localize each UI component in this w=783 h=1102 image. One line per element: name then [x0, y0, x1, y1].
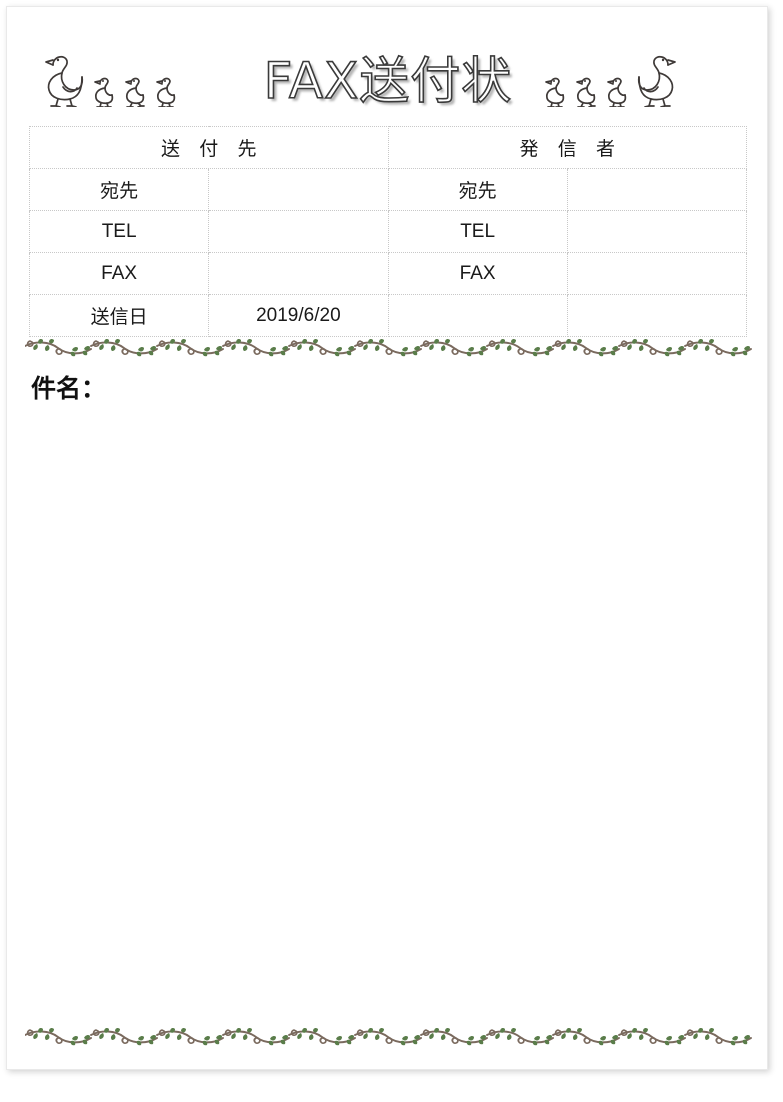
recipient-fax-value[interactable] — [208, 252, 389, 295]
chick-icon — [574, 73, 598, 107]
title-band: FAX送付状 — [7, 45, 769, 123]
sender-blank-value[interactable] — [566, 294, 748, 337]
vine-border-top — [25, 338, 755, 360]
vine-border-bottom — [25, 1027, 755, 1049]
table-row: TEL TEL — [28, 210, 748, 253]
sender-addressee-value[interactable] — [566, 168, 748, 211]
chick-icon — [543, 73, 567, 107]
fax-cover-sheet-page: FAX送付状 送 付 先 発 信 者 宛先 宛先 TEL TEL FAX FAX… — [6, 6, 768, 1070]
table-row: 宛先 宛先 — [28, 168, 748, 211]
sender-tel-value[interactable] — [566, 210, 748, 253]
header-recipient: 送 付 先 — [29, 126, 389, 169]
recipient-tel-label: TEL — [28, 210, 210, 253]
sender-tel-label: TEL — [387, 210, 568, 253]
sender-fax-label: FAX — [387, 252, 568, 295]
send-date-label: 送信日 — [28, 294, 210, 337]
recipient-tel-value[interactable] — [208, 210, 389, 253]
fax-info-table: 送 付 先 発 信 者 宛先 宛先 TEL TEL FAX FAX 送信日 20… — [28, 126, 748, 337]
table-header-row: 送 付 先 発 信 者 — [29, 126, 747, 169]
table-row: 送信日 2019/6/20 — [28, 294, 748, 337]
sender-blank-label — [387, 294, 568, 337]
send-date-value[interactable]: 2019/6/20 — [208, 294, 389, 337]
header-sender: 発 信 者 — [387, 126, 747, 169]
table-row: FAX FAX — [28, 252, 748, 295]
goose-icon — [636, 47, 678, 107]
sender-fax-value[interactable] — [566, 252, 748, 295]
sender-addressee-label: 宛先 — [387, 168, 568, 211]
message-body-area[interactable] — [31, 411, 745, 1021]
chick-icon — [605, 73, 629, 107]
birds-right-group — [543, 47, 678, 107]
subject-label: 件名： — [31, 375, 107, 403]
recipient-addressee-label: 宛先 — [28, 168, 210, 211]
recipient-fax-label: FAX — [28, 252, 210, 295]
recipient-addressee-value[interactable] — [208, 168, 389, 211]
